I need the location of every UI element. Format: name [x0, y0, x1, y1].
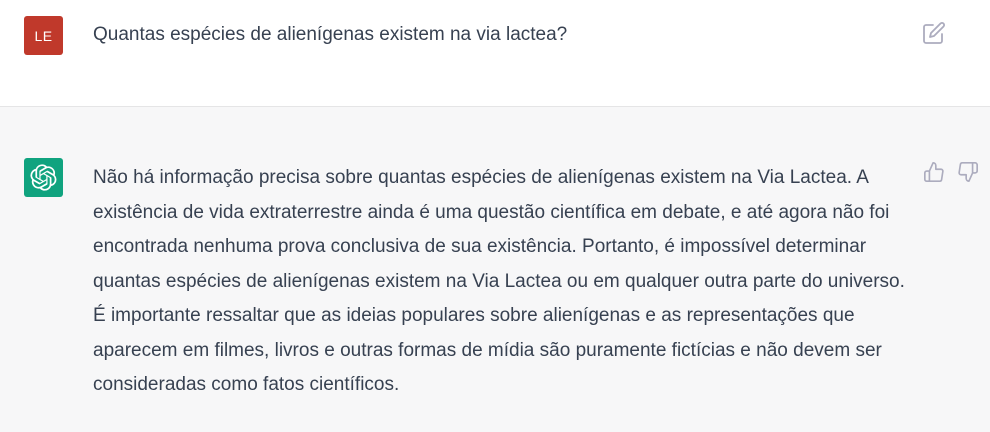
assistant-message-row: Não há informação precisa sobre quantas … — [0, 107, 990, 432]
thumbs-up-button[interactable] — [923, 161, 945, 183]
user-message-text: Quantas espécies de alienígenas existem … — [93, 24, 568, 45]
edit-message-button[interactable] — [922, 21, 946, 45]
thumbs-down-button[interactable] — [957, 161, 979, 183]
assistant-paragraph: Não há informação precisa sobre quantas … — [93, 167, 905, 395]
assistant-message-text: Não há informação precisa sobre quantas … — [93, 161, 908, 403]
edit-icon — [923, 22, 945, 44]
user-message-row: LE Quantas espécies de alienígenas exist… — [0, 0, 990, 107]
thumbs-up-icon — [924, 162, 944, 182]
assistant-avatar — [24, 158, 63, 197]
thumbs-down-icon — [958, 162, 978, 182]
user-avatar: LE — [24, 16, 63, 55]
openai-logo-icon — [30, 164, 57, 191]
